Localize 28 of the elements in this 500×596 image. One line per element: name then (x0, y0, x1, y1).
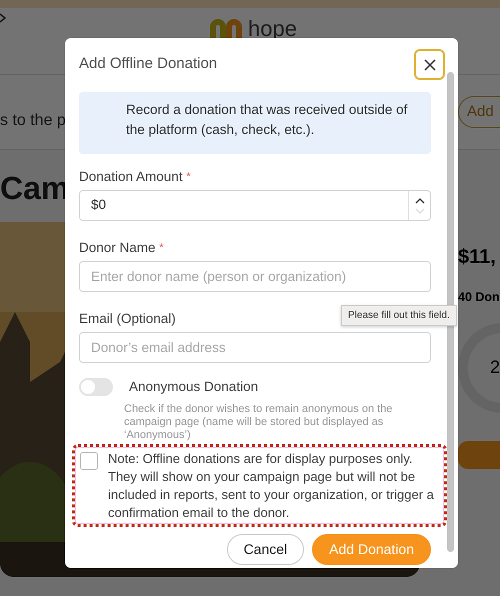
modal-title: Add Offline Donation (79, 54, 218, 74)
amount-raised: $11, (458, 245, 497, 270)
chevron-icon[interactable] (0, 12, 8, 24)
scrollbar[interactable] (447, 72, 454, 552)
toggle-label: Anonymous Donation (129, 378, 258, 396)
donor-count: 40 Don (458, 289, 500, 306)
spinner-icon[interactable] (414, 196, 424, 214)
help-text: Check if the donor wishes to remain anonymous on the campaign page (name will be stored but displayed as ‘Anonymous’) (124, 403, 394, 442)
input-field[interactable]: Donor’s email address (79, 332, 431, 363)
logo-text: hope (248, 15, 297, 43)
amount-field[interactable]: $0 (79, 190, 431, 221)
cancel-button[interactable]: Cancel (226, 534, 304, 566)
note-text: Note: Offline donations are for display purposes only. They will show on your campaign page but will not be included in reports, sent to your organization, or trigger a confirmation email to the donor. (108, 450, 435, 522)
field-label: Email (Optional) (79, 311, 176, 326)
field-label: Donor Name (79, 240, 156, 255)
tooltip: Please fill out this field. (341, 305, 457, 326)
subtitle-text: s to the p (0, 111, 66, 131)
required-marker: * (186, 171, 191, 183)
toggle-switch[interactable] (79, 378, 113, 396)
checkbox[interactable] (80, 452, 98, 470)
input-field[interactable]: Enter donor name (person or organization) (79, 261, 431, 292)
close-button[interactable] (414, 49, 445, 80)
percent-text: 2 (490, 356, 500, 380)
donate-button[interactable] (458, 440, 500, 469)
field-label: Donation Amount (79, 169, 183, 184)
required-marker: * (159, 242, 164, 254)
close-icon (424, 58, 436, 70)
info-message: Record a donation that was received outside of the platform (cash, check, etc.). (79, 92, 431, 154)
